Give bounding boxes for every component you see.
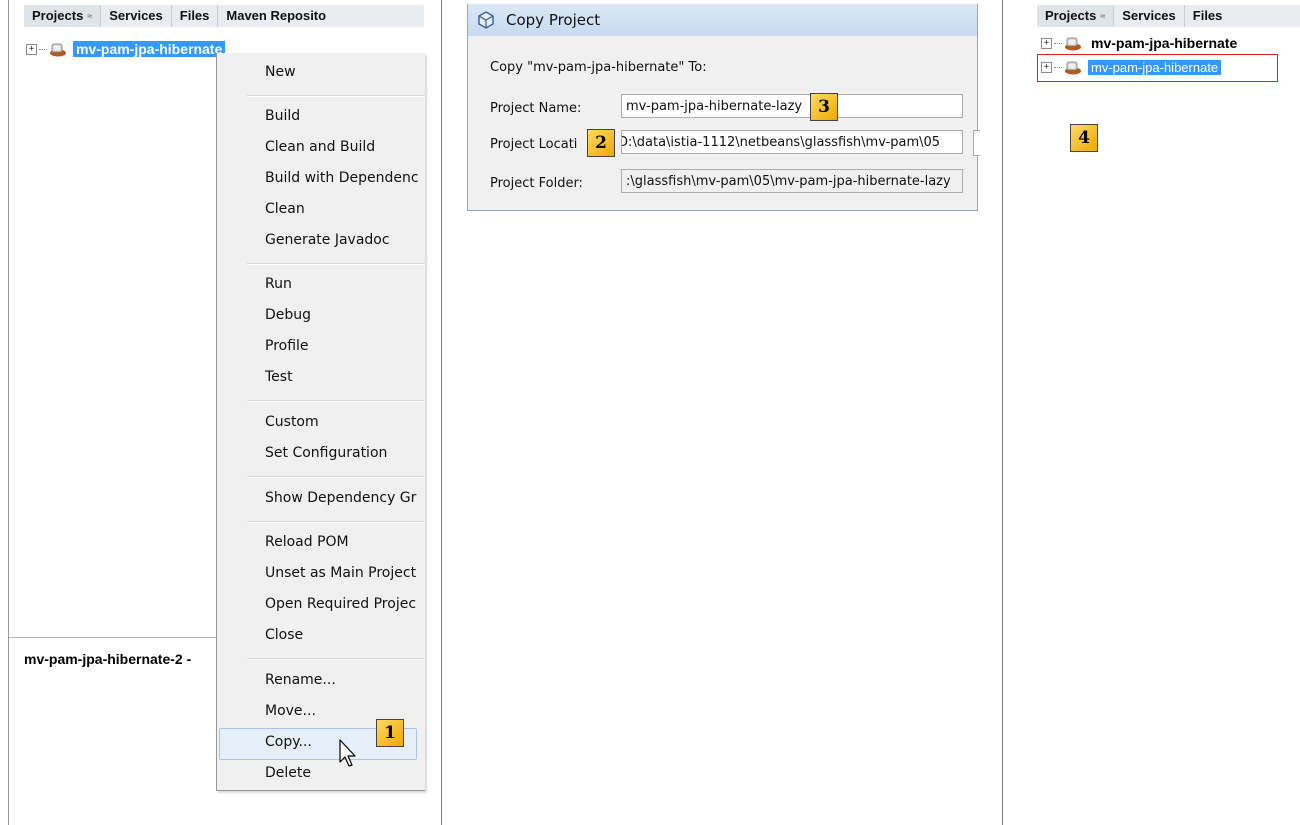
menu-item-open-required-projects[interactable]: Open Required Projec	[265, 596, 423, 612]
expand-icon[interactable]: +	[26, 43, 37, 55]
menu-item-custom[interactable]: Custom	[265, 414, 423, 430]
project-name-label: Project Name:	[490, 101, 582, 116]
tab-projects[interactable]: Projects ≈	[24, 5, 102, 27]
netbeans-cube-icon	[478, 11, 494, 29]
menu-item-close[interactable]: Close	[265, 627, 423, 643]
project-location-input[interactable]: D:\data\istia-1112\netbeans\glassfish\mv…	[621, 130, 963, 154]
bottom-panel-border	[9, 637, 216, 638]
dialog-title-bar: Copy Project	[468, 4, 977, 36]
tab-maven-repositories[interactable]: Maven Reposito	[218, 5, 334, 27]
tab-close-icon[interactable]: ≈	[87, 11, 92, 21]
right-tab-bar: Projects ≈ Services Files	[1037, 5, 1300, 27]
menu-item-test[interactable]: Test	[265, 369, 423, 385]
menu-item-run[interactable]: Run	[265, 276, 423, 292]
menu-item-move[interactable]: Move...	[265, 703, 423, 719]
menu-item-clean-and-build[interactable]: Clean and Build	[265, 139, 423, 155]
menu-item-generate-javadoc[interactable]: Generate Javadoc	[265, 232, 423, 248]
tab-projects[interactable]: Projects ≈	[1037, 5, 1115, 27]
mouse-cursor-icon	[339, 739, 356, 767]
browse-button-edge[interactable]	[973, 130, 980, 156]
project-name-input[interactable]: mv-pam-jpa-hibernate-lazy	[621, 94, 963, 118]
maven-project-icon	[50, 43, 66, 57]
project-node-label[interactable]: mv-pam-jpa-hibernate	[1088, 35, 1240, 51]
menu-item-profile[interactable]: Profile	[265, 338, 423, 354]
menu-item-show-dependency-graph[interactable]: Show Dependency Gr	[265, 490, 423, 506]
project-location-label: Project Locati	[490, 137, 578, 152]
tab-files[interactable]: Files	[172, 5, 219, 27]
menu-separator	[247, 521, 425, 523]
step-badge-4: 4	[1070, 124, 1098, 152]
menu-separator	[247, 400, 425, 402]
menu-separator	[247, 476, 425, 478]
menu-item-debug[interactable]: Debug	[265, 307, 423, 323]
tab-files[interactable]: Files	[1185, 5, 1231, 27]
menu-separator	[247, 263, 425, 265]
bottom-panel-title: mv-pam-jpa-hibernate-2 -	[24, 651, 192, 667]
left-border	[8, 0, 9, 825]
menu-item-build-with-dependencies[interactable]: Build with Dependenc	[265, 170, 423, 186]
dialog-title: Copy Project	[506, 11, 601, 29]
left-tab-bar: Projects ≈ Services Files Maven Reposito	[24, 5, 424, 27]
pane-divider-1	[441, 0, 442, 825]
project-folder-input: :\glassfish\mv-pam\05\mv-pam-jpa-hiberna…	[621, 169, 963, 193]
highlight-box	[1037, 54, 1278, 82]
menu-separator	[247, 95, 425, 97]
menu-separator	[247, 658, 425, 660]
tree-connector	[39, 48, 47, 50]
menu-item-unset-main-project[interactable]: Unset as Main Project	[265, 565, 423, 581]
pane-divider-2	[1002, 0, 1003, 825]
project-tree-node[interactable]: + mv-pam-jpa-hibernate	[1041, 34, 1240, 52]
project-folder-label: Project Folder:	[490, 176, 583, 191]
maven-project-icon	[1065, 37, 1081, 51]
expand-icon[interactable]: +	[1041, 37, 1052, 49]
menu-item-new[interactable]: New	[265, 64, 423, 80]
project-tree-node[interactable]: + mv-pam-jpa-hibernate	[26, 40, 226, 58]
tab-close-icon[interactable]: ≈	[1100, 11, 1105, 21]
menu-item-clean[interactable]: Clean	[265, 201, 423, 217]
menu-item-set-configuration[interactable]: Set Configuration	[265, 445, 423, 461]
step-badge-2: 2	[587, 129, 615, 157]
tab-services[interactable]: Services	[101, 5, 172, 27]
copy-project-dialog: Copy Project Copy "mv-pam-jpa-hibernate"…	[467, 4, 980, 211]
copy-intro-text: Copy "mv-pam-jpa-hibernate" To:	[490, 60, 707, 75]
menu-item-rename[interactable]: Rename...	[265, 672, 423, 688]
tree-connector	[1054, 42, 1062, 44]
step-badge-3: 3	[810, 93, 838, 121]
menu-item-reload-pom[interactable]: Reload POM	[265, 534, 423, 550]
tab-services[interactable]: Services	[1114, 5, 1185, 27]
context-menu: New Build Clean and Build Build with Dep…	[216, 53, 425, 791]
step-badge-1: 1	[376, 719, 404, 747]
project-node-label[interactable]: mv-pam-jpa-hibernate	[73, 41, 226, 57]
menu-item-build[interactable]: Build	[265, 108, 423, 124]
